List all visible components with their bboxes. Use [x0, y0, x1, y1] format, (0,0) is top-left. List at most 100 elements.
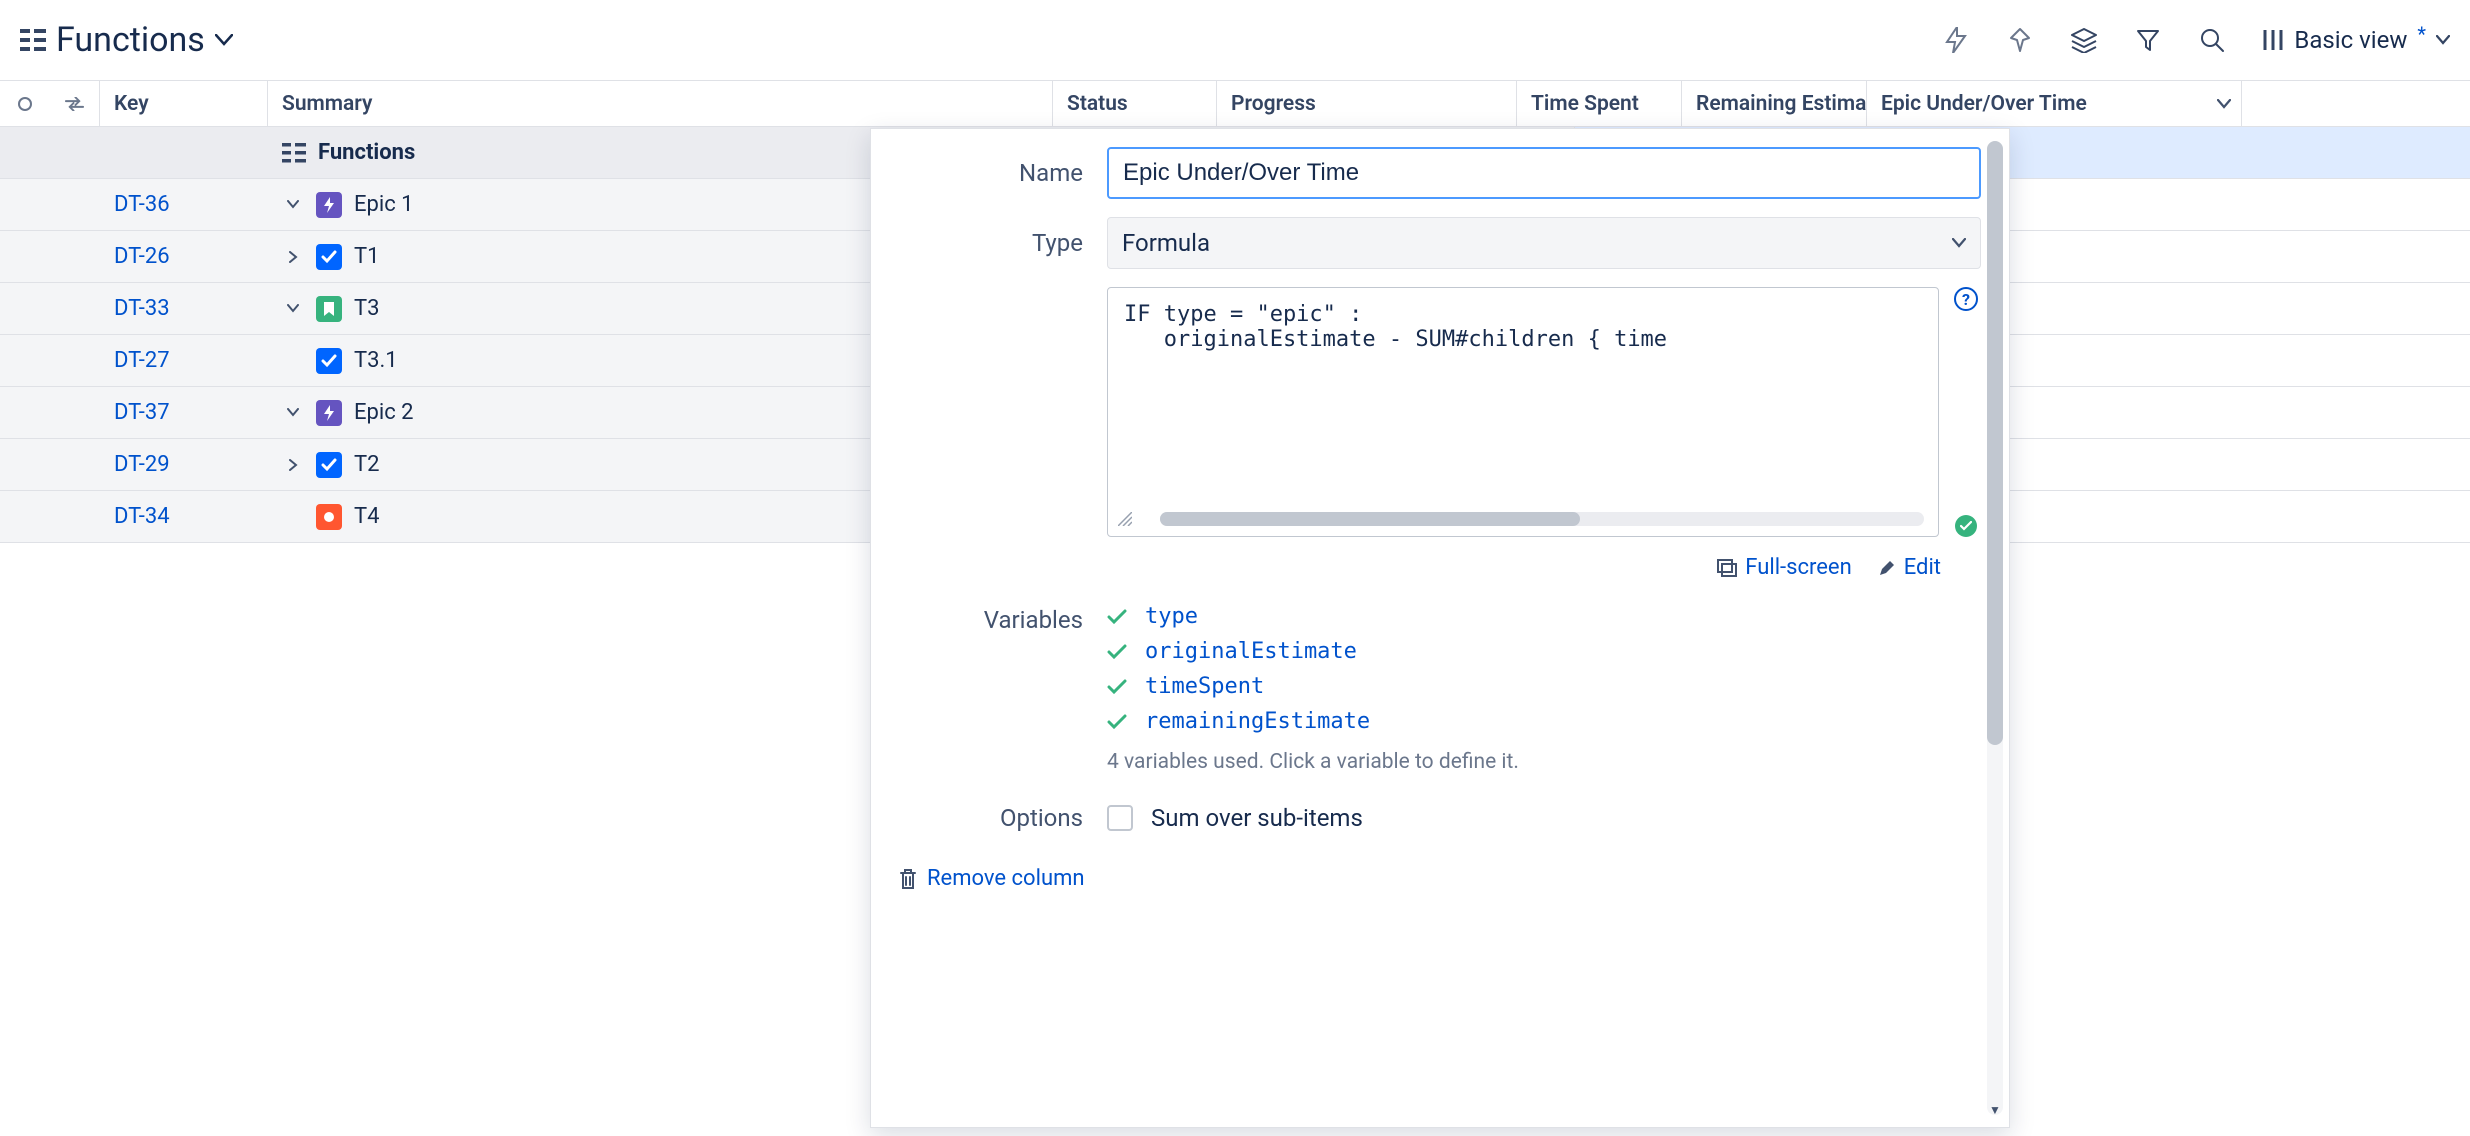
variables-hint: 4 variables used. Click a variable to de…: [1107, 750, 1519, 774]
row-rspacer: [1949, 231, 2470, 282]
expander-down-icon[interactable]: [282, 402, 304, 424]
options-label: Options: [899, 804, 1089, 832]
scrollbar-thumb[interactable]: [1987, 141, 2003, 745]
sum-over-checkbox[interactable]: [1107, 805, 1133, 831]
check-icon: [1107, 679, 1127, 695]
row-selector[interactable]: [0, 179, 50, 230]
formula-textarea[interactable]: IF type = "epic" : originalEstimate - SU…: [1107, 287, 1939, 537]
fullscreen-link[interactable]: Full-screen: [1717, 555, 1851, 580]
row-rspacer: [1949, 439, 2470, 490]
row-drag[interactable]: [50, 387, 100, 438]
row-drag[interactable]: [50, 231, 100, 282]
variables-label: Variables: [899, 604, 1089, 774]
row-drag[interactable]: [50, 127, 100, 178]
chevron-down-icon: [215, 34, 233, 46]
row-key[interactable]: DT-37: [100, 387, 268, 438]
column-header-summary[interactable]: Summary: [268, 81, 1052, 126]
columns-icon: [2262, 28, 2284, 52]
row-key[interactable]: DT-36: [100, 179, 268, 230]
panel-scrollbar[interactable]: ▲ ▼: [1987, 141, 2003, 1115]
variable-row[interactable]: remainingEstimate: [1107, 709, 1519, 734]
fullscreen-icon: [1717, 559, 1737, 577]
remove-column-link[interactable]: Remove column: [899, 866, 1981, 891]
structure-title[interactable]: Functions: [20, 20, 233, 60]
variable-name: remainingEstimate: [1145, 709, 1370, 734]
expander-right-icon[interactable]: [282, 454, 304, 476]
view-picker[interactable]: Basic view*: [2262, 26, 2450, 54]
sum-over-label: Sum over sub-items: [1151, 804, 1363, 832]
expander-down-icon[interactable]: [282, 194, 304, 216]
help-icon[interactable]: ?: [1954, 287, 1978, 311]
layers-icon[interactable]: [2070, 26, 2098, 54]
chevron-down-icon: [1952, 238, 1966, 248]
row-rspacer: [1949, 491, 2470, 542]
column-header-progress[interactable]: Progress: [1217, 81, 1517, 126]
column-header-remaining[interactable]: Remaining Estimate: [1682, 81, 1867, 126]
row-drag[interactable]: [50, 179, 100, 230]
edit-label: Edit: [1904, 555, 1941, 580]
select-all-column[interactable]: [0, 81, 50, 126]
search-icon[interactable]: [2198, 26, 2226, 54]
row-selector[interactable]: [0, 439, 50, 490]
row-rspacer: [1949, 179, 2470, 230]
expander-down-icon[interactable]: [282, 298, 304, 320]
toolbar-actions: Basic view*: [1942, 26, 2450, 54]
row-key[interactable]: DT-27: [100, 335, 268, 386]
hierarchy-column[interactable]: [50, 81, 100, 126]
scrollbar-thumb[interactable]: [1160, 512, 1580, 526]
row-selector[interactable]: [0, 127, 50, 178]
check-icon: [1107, 644, 1127, 660]
formula-hscroll[interactable]: [1160, 512, 1924, 526]
column-header-time-spent[interactable]: Time Spent: [1517, 81, 1682, 126]
column-header-epic[interactable]: Epic Under/Over Time: [1867, 81, 2242, 126]
group-label: Functions: [318, 140, 415, 165]
column-header-spacer: [2242, 81, 2470, 126]
row-key[interactable]: DT-34: [100, 491, 268, 542]
row-key[interactable]: DT-29: [100, 439, 268, 490]
row-summary-text: T3: [354, 296, 380, 321]
expander-right-icon[interactable]: [282, 246, 304, 268]
expander-spacer: [282, 506, 304, 528]
structure-icon: [20, 27, 46, 53]
edit-link[interactable]: Edit: [1878, 555, 1941, 580]
formula-line: originalEstimate - SUM#children { time: [1124, 327, 1922, 352]
row-drag[interactable]: [50, 491, 100, 542]
type-select[interactable]: Formula: [1107, 217, 1981, 269]
variable-row[interactable]: timeSpent: [1107, 674, 1519, 699]
row-drag[interactable]: [50, 439, 100, 490]
row-summary-text: Epic 1: [354, 192, 414, 217]
trash-icon: [899, 868, 917, 890]
variable-name: type: [1145, 604, 1198, 629]
formula-line: IF type = "epic" :: [1124, 302, 1922, 327]
row-selector[interactable]: [0, 387, 50, 438]
variable-row[interactable]: type: [1107, 604, 1519, 629]
task-icon: [316, 244, 342, 270]
row-rspacer: [1949, 387, 2470, 438]
resize-grip-icon[interactable]: [1118, 512, 1132, 526]
row-selector[interactable]: [0, 491, 50, 542]
row-key[interactable]: DT-26: [100, 231, 268, 282]
row-key[interactable]: DT-33: [100, 283, 268, 334]
bolt-icon[interactable]: [1942, 26, 1970, 54]
column-header-epic-label: Epic Under/Over Time: [1881, 92, 2087, 116]
name-label: Name: [899, 159, 1089, 187]
row-selector[interactable]: [0, 231, 50, 282]
row-drag[interactable]: [50, 283, 100, 334]
column-header-status[interactable]: Status: [1052, 81, 1217, 126]
remove-column-label: Remove column: [927, 866, 1085, 891]
variable-row[interactable]: originalEstimate: [1107, 639, 1519, 664]
row-drag[interactable]: [50, 335, 100, 386]
variable-name: originalEstimate: [1145, 639, 1357, 664]
structure-title-text: Functions: [56, 20, 205, 60]
row-selector[interactable]: [0, 283, 50, 334]
column-header-key[interactable]: Key: [100, 81, 268, 126]
pin-icon[interactable]: [2006, 26, 2034, 54]
epic-icon: [316, 192, 342, 218]
scroll-down-icon[interactable]: ▼: [1987, 1103, 2003, 1117]
row-selector[interactable]: [0, 335, 50, 386]
name-input[interactable]: [1107, 147, 1981, 199]
structure-icon: [282, 143, 306, 163]
filter-icon[interactable]: [2134, 26, 2162, 54]
variables-list: type originalEstimate timeSpent remainingEs…: [1107, 604, 1519, 734]
check-icon: [1107, 714, 1127, 730]
